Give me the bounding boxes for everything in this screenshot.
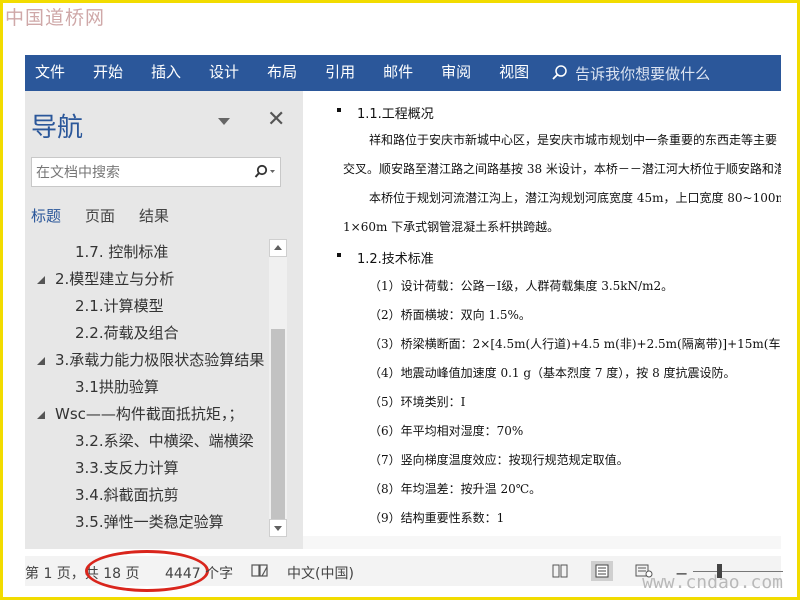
navigation-pane: 导航 ✕ 在文档中搜索 标题 页面 结果 1.7. 控制标准 2.模型建立与分析… <box>25 91 303 549</box>
nav-tab-pages[interactable]: 页面 <box>85 205 115 226</box>
lightbulb-search-icon <box>552 65 567 80</box>
tab-file[interactable]: 文件 <box>25 55 79 91</box>
heading-item[interactable]: 2.1.计算模型 <box>25 293 267 320</box>
doc-list-item: （8）年均温差：按升温 20℃。 <box>369 482 542 496</box>
heading-item[interactable]: 3.2.系梁、中横梁、端横梁 <box>25 428 267 455</box>
heading-item[interactable]: 2.2.荷载及组合 <box>25 320 267 347</box>
document-bottom-strip <box>303 536 781 549</box>
print-layout-icon[interactable] <box>591 561 613 581</box>
doc-list-item: （2）桥面横坡：双向 1.5%。 <box>369 308 531 322</box>
read-mode-icon[interactable] <box>549 561 571 581</box>
heading-item-expandable[interactable]: Wsc——构件截面抵抗矩，； <box>25 401 267 428</box>
tab-design[interactable]: 设计 <box>195 55 253 91</box>
screenshot-frame: 中国道桥网 文件 开始 插入 设计 布局 引用 邮件 审阅 视图 告诉我你想要做… <box>0 0 800 600</box>
nav-tabs: 标题 页面 结果 <box>31 205 169 226</box>
language[interactable]: 中文(中国) <box>287 563 354 583</box>
tab-insert[interactable]: 插入 <box>137 55 195 91</box>
scroll-down-arrow-icon[interactable] <box>269 519 287 537</box>
nav-title: 导航 <box>31 113 84 143</box>
doc-paragraph: 1×60m 下承式钢管混凝土系杆拱跨越。 <box>343 220 560 234</box>
document-page[interactable]: 1.1.工程概况 祥和路位于安庆市新城中心区，是安庆市城市规划中一条重要的东西走… <box>303 91 781 536</box>
doc-list-item: （9）结构重要性系数：1 <box>369 511 505 525</box>
tab-home[interactable]: 开始 <box>79 55 137 91</box>
watermark-top: 中国道桥网 <box>5 7 106 29</box>
pane-options-dropdown-icon[interactable] <box>218 118 230 125</box>
tell-me-label: 告诉我你想要做什么 <box>575 64 711 83</box>
tab-references[interactable]: 引用 <box>311 55 369 91</box>
heading-item-expandable[interactable]: 2.模型建立与分析 <box>25 266 267 293</box>
nav-tab-headings[interactable]: 标题 <box>31 205 61 226</box>
doc-paragraph: 交叉。顺安路至潜江路之间路基按 38 米设计，本桥－－潜江河大桥位于顺安路和潜江 <box>343 162 781 176</box>
heading-item-expandable[interactable]: 3.承载力能力极限状态验算结果 <box>25 347 267 374</box>
nav-scrollbar[interactable] <box>269 239 287 537</box>
tab-layout[interactable]: 布局 <box>253 55 311 91</box>
doc-list-item: （5）环境类别：Ⅰ <box>369 395 466 409</box>
collapse-triangle-icon[interactable] <box>37 411 45 419</box>
close-icon[interactable]: ✕ <box>267 107 285 132</box>
heading-bullet <box>337 108 341 112</box>
doc-list-item: （6）年平均相对湿度：70% <box>369 424 524 438</box>
doc-list-item: （4）地震动峰值加速度 0.1 g（基本烈度 7 度），按 8 度抗震设防。 <box>369 366 736 380</box>
heading-label: Wsc——构件截面抵抗矩，； <box>55 405 244 423</box>
doc-heading-1-1: 1.1.工程概况 <box>357 107 434 122</box>
proofing-icon[interactable] <box>251 563 269 583</box>
doc-paragraph: 祥和路位于安庆市新城中心区，是安庆市城市规划中一条重要的东西走等主要 <box>369 133 778 147</box>
watermark-bottom: www.cndao.com <box>642 572 783 593</box>
search-icon[interactable] <box>250 164 280 180</box>
heading-label: 3.承载力能力极限状态验算结果 <box>55 351 265 369</box>
ribbon-tab-bar: 文件 开始 插入 设计 布局 引用 邮件 审阅 视图 告诉我你想要做什么 <box>25 55 781 91</box>
heading-item[interactable]: 3.4.斜截面抗剪 <box>25 482 267 509</box>
search-placeholder: 在文档中搜索 <box>36 165 120 181</box>
heading-item[interactable]: 3.1拱肋验算 <box>25 374 267 401</box>
heading-item[interactable]: 3.5.弹性一类稳定验算 <box>25 509 267 536</box>
scroll-thumb[interactable] <box>271 329 285 519</box>
collapse-triangle-icon[interactable] <box>37 276 45 284</box>
doc-list-item: （1）设计荷载：公路－Ⅰ级，人群荷载集度 3.5kN/m2。 <box>369 279 674 293</box>
collapse-triangle-icon[interactable] <box>37 357 45 365</box>
nav-search-input[interactable]: 在文档中搜索 <box>31 157 281 187</box>
heading-label: 2.模型建立与分析 <box>55 270 175 288</box>
tell-me-box[interactable]: 告诉我你想要做什么 <box>551 63 710 84</box>
scroll-up-arrow-icon[interactable] <box>269 239 287 257</box>
doc-list-item: （3）桥梁横断面：2×[4.5m(人行道)+4.5 m(非)+2.5m(隔离带)… <box>369 337 781 351</box>
tab-mailings[interactable]: 邮件 <box>369 55 427 91</box>
heading-tree: 1.7. 控制标准 2.模型建立与分析 2.1.计算模型 2.2.荷载及组合 3… <box>25 239 267 536</box>
heading-item[interactable]: 1.7. 控制标准 <box>25 239 267 266</box>
word-count[interactable]: 4447 个字 <box>165 563 233 583</box>
tab-view[interactable]: 视图 <box>485 55 543 91</box>
tab-review[interactable]: 审阅 <box>427 55 485 91</box>
doc-list-item: （7）竖向梯度温度效应：按现行规范规定取值。 <box>369 453 629 467</box>
doc-heading-1-2: 1.2.技术标准 <box>357 252 434 267</box>
nav-tab-results[interactable]: 结果 <box>139 205 169 226</box>
doc-paragraph: 本桥位于规划河流潜江沟上，潜江沟规划河底宽度 45m，上口宽度 80~100m， <box>369 191 781 205</box>
heading-item[interactable]: 3.3.支反力计算 <box>25 455 267 482</box>
heading-bullet <box>337 253 341 257</box>
